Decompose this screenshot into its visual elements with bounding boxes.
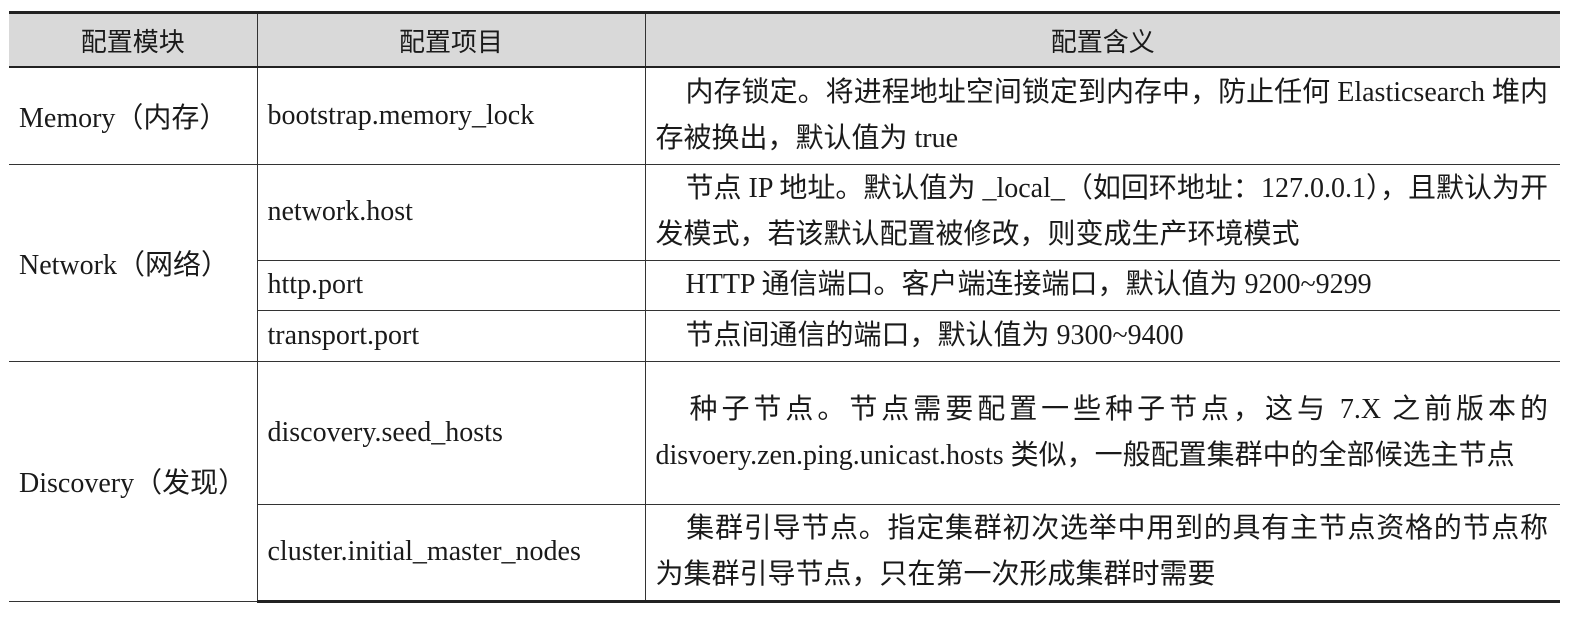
header-item: 配置项目	[256, 11, 646, 68]
config-table: 配置模块 配置项目 配置含义 Memory（内存） bootstrap.memo…	[9, 11, 1560, 603]
module-memory: Memory（内存）	[9, 66, 258, 165]
meaning-cell: 种子节点。节点需要配置一些种子节点，这与 7.X 之前版本的 disvoery.…	[644, 360, 1560, 505]
meaning-cell: 集群引导节点。指定集群初次选举中用到的具有主节点资格的节点称为集群引导节点，只在…	[644, 503, 1560, 603]
item-cell: transport.port	[256, 309, 646, 362]
meaning-text: 节点间通信的端口，默认值为 9300~9400	[685, 319, 1184, 351]
table-row: Discovery（发现） discovery.seed_hosts 种子节点。…	[9, 360, 1560, 602]
header-module: 配置模块	[9, 11, 258, 68]
meaning-text: 集群引导节点。指定集群初次选举中用到的具有主节点资格的节点称为集群引导节点，只在…	[655, 513, 1549, 590]
meaning-text: 内存锁定。将进程地址空间锁定到内存中，防止任何 Elasticsearch 堆内…	[655, 76, 1549, 154]
meaning-text: HTTP 通信端口。客户端连接端口，默认值为 9200~9299	[685, 269, 1372, 300]
header-meaning: 配置含义	[644, 11, 1560, 68]
meaning-cell: 节点间通信的端口，默认值为 9300~9400	[644, 309, 1560, 362]
item-cell: network.host	[256, 163, 646, 261]
meaning-text: 节点 IP 地址。默认值为 _local_（如回环地址：127.0.0.1），且…	[655, 173, 1549, 250]
module-network: Network（网络）	[9, 163, 258, 362]
header-row: 配置模块 配置项目 配置含义	[9, 11, 1560, 68]
item-cell: http.port	[256, 259, 646, 311]
item-cell: discovery.seed_hosts	[256, 360, 646, 505]
module-discovery: Discovery（发现）	[9, 360, 258, 602]
meaning-text: 种子节点。节点需要配置一些种子节点，这与 7.X 之前版本的 disvoery.…	[655, 393, 1549, 471]
meaning-cell: HTTP 通信端口。客户端连接端口，默认值为 9200~9299	[644, 259, 1560, 311]
item-cell: bootstrap.memory_lock	[256, 66, 646, 165]
item-cell: cluster.initial_master_nodes	[256, 503, 646, 603]
table-row: Network（网络） network.host 节点 IP 地址。默认值为 _…	[9, 163, 1560, 362]
table-row: Memory（内存） bootstrap.memory_lock 内存锁定。将进…	[9, 66, 1560, 165]
meaning-cell: 内存锁定。将进程地址空间锁定到内存中，防止任何 Elasticsearch 堆内…	[644, 66, 1560, 165]
meaning-cell: 节点 IP 地址。默认值为 _local_（如回环地址：127.0.0.1），且…	[644, 163, 1560, 261]
